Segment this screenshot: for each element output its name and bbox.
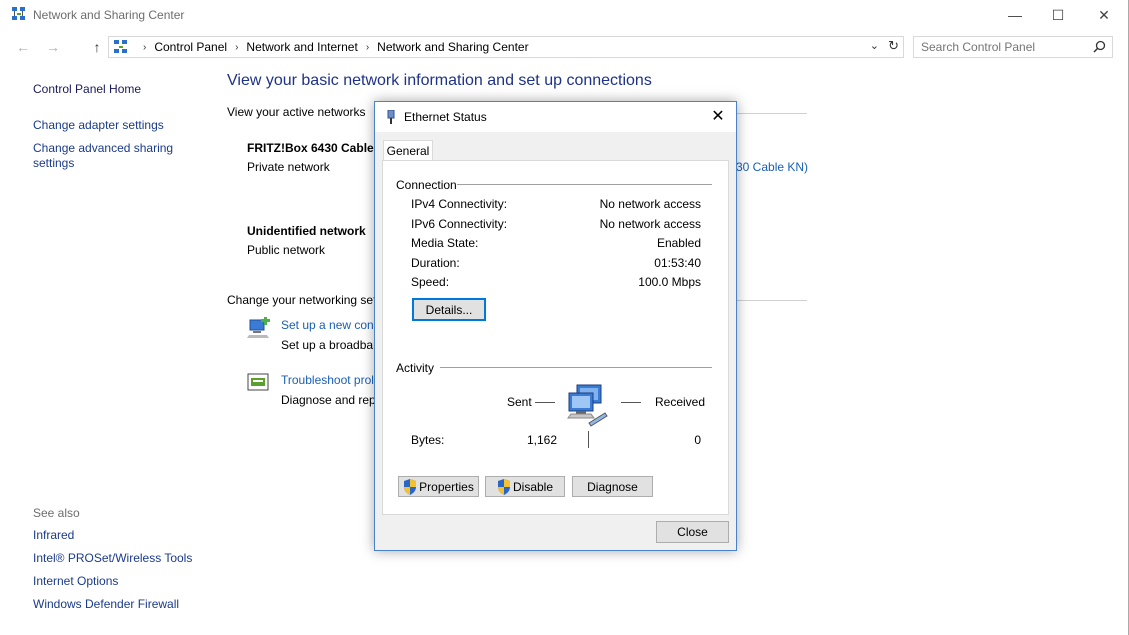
network-sharing-center-window: Network and Sharing Center — ☐ ✕ ← → ↑ ›… [0, 0, 1129, 635]
page-title: View your basic network information and … [227, 72, 652, 89]
dialog-title: Ethernet Status [404, 110, 487, 124]
close-window-button[interactable]: ✕ [1081, 0, 1127, 30]
activity-divider-line [588, 431, 589, 448]
active-networks-heading: View your active networks [227, 105, 366, 119]
breadcrumb: › Control Panel › Network and Internet ›… [139, 40, 533, 55]
network-name: Unidentified network [247, 224, 366, 238]
connection-group-heading: Connection [396, 178, 457, 192]
properties-label: Properties [419, 479, 474, 494]
change-advanced-sharing-link[interactable]: Change advanced sharing settings [33, 141, 193, 171]
received-label: Received [655, 395, 706, 409]
group-divider [457, 184, 712, 185]
bytes-label: Bytes: [411, 433, 445, 447]
ethernet-status-dialog: Ethernet Status ✕ General Connection IPv… [374, 101, 737, 551]
ipv4-connectivity-label: IPv4 Connectivity: [411, 197, 508, 211]
disable-button[interactable]: Disable [485, 476, 565, 497]
media-state-value: Enabled [656, 236, 701, 250]
dialog-close-icon[interactable]: ✕ [708, 107, 728, 127]
breadcrumb-network-internet[interactable]: Network and Internet [242, 40, 361, 55]
details-button[interactable]: Details... [412, 298, 486, 321]
minimize-button[interactable]: — [992, 0, 1038, 30]
internet-options-link[interactable]: Internet Options [33, 574, 118, 589]
ipv6-connectivity-label: IPv6 Connectivity: [411, 217, 508, 231]
section-divider [737, 300, 807, 301]
breadcrumb-separator[interactable]: › [362, 40, 373, 55]
setup-new-connection-link[interactable]: Set up a new conn [281, 318, 380, 332]
diagnose-button[interactable]: Diagnose [572, 476, 653, 497]
activity-group-heading: Activity [396, 361, 435, 375]
search-icon[interactable] [1093, 40, 1106, 53]
ipv4-connectivity-value: No network access [599, 197, 701, 211]
speed-value: 100.0 Mbps [638, 275, 701, 289]
address-row: ← → ↑ › Control Panel › Network and Inte… [0, 34, 1129, 60]
control-panel-home-link[interactable]: Control Panel Home [33, 82, 141, 97]
troubleshoot-description: Diagnose and rep [281, 393, 376, 407]
refresh-icon[interactable]: ↻ [888, 38, 899, 54]
network-type: Public network [247, 243, 326, 257]
speed-label: Speed: [411, 275, 450, 289]
network-name: FRITZ!Box 6430 Cable I [247, 141, 381, 155]
address-bar[interactable]: › Control Panel › Network and Internet ›… [108, 36, 904, 58]
bytes-sent-value: 1,162 [526, 433, 557, 447]
media-state-label: Media State: [411, 236, 479, 250]
maximize-button[interactable]: ☐ [1035, 0, 1081, 30]
breadcrumb-separator: › [143, 42, 147, 53]
dialog-title-bar: Ethernet Status ✕ [375, 102, 736, 132]
title-bar: Network and Sharing Center — ☐ ✕ [0, 0, 1129, 30]
search-input[interactable] [914, 37, 1090, 57]
group-divider [440, 367, 712, 368]
ethernet-connection-link[interactable]: 30 Cable KN) [736, 160, 808, 174]
troubleshoot-icon [247, 373, 269, 391]
uac-shield-icon [404, 478, 417, 495]
network-center-icon [12, 7, 25, 20]
forward-button[interactable]: → [44, 38, 62, 56]
see-also-heading: See also [33, 506, 80, 520]
window-title: Network and Sharing Center [33, 8, 185, 22]
infrared-link[interactable]: Infrared [33, 528, 74, 543]
new-connection-icon [247, 317, 270, 338]
properties-button[interactable]: Properties [398, 476, 479, 497]
disable-label: Disable [512, 479, 554, 494]
change-settings-heading: Change your networking set [227, 293, 377, 307]
network-type: Private network [247, 160, 330, 174]
received-line [621, 402, 641, 403]
sent-label: Sent [507, 395, 532, 409]
tab-general[interactable]: General [383, 140, 433, 161]
bytes-received-value: 0 [694, 433, 701, 447]
breadcrumb-control-panel[interactable]: Control Panel [150, 40, 231, 55]
search-box[interactable] [913, 36, 1113, 58]
uac-shield-icon [497, 478, 510, 495]
section-divider [737, 113, 807, 114]
up-button[interactable]: ↑ [88, 38, 106, 56]
ethernet-plug-icon [387, 110, 395, 124]
setup-new-connection-description: Set up a broadbar [281, 338, 378, 352]
duration-label: Duration: [411, 256, 460, 270]
network-center-icon [114, 40, 127, 53]
network-computers-icon [567, 384, 608, 427]
troubleshoot-problems-link[interactable]: Troubleshoot prol [281, 373, 374, 387]
intel-proset-link[interactable]: Intel® PROSet/Wireless Tools [33, 551, 192, 566]
breadcrumb-separator[interactable]: › [231, 40, 242, 55]
windows-defender-firewall-link[interactable]: Windows Defender Firewall [33, 597, 179, 612]
breadcrumb-network-sharing-center[interactable]: Network and Sharing Center [373, 40, 532, 55]
ipv6-connectivity-value: No network access [599, 217, 701, 231]
change-adapter-settings-link[interactable]: Change adapter settings [33, 118, 164, 133]
sent-line [535, 402, 555, 403]
close-button[interactable]: Close [656, 521, 729, 543]
back-button[interactable]: ← [14, 38, 32, 56]
left-navigation-pane: Control Panel Home Change adapter settin… [0, 68, 220, 628]
general-tab-panel: Connection IPv4 Connectivity: No network… [382, 160, 729, 515]
chevron-down-icon[interactable]: ⌄ [870, 39, 879, 52]
duration-value: 01:53:40 [654, 256, 701, 270]
